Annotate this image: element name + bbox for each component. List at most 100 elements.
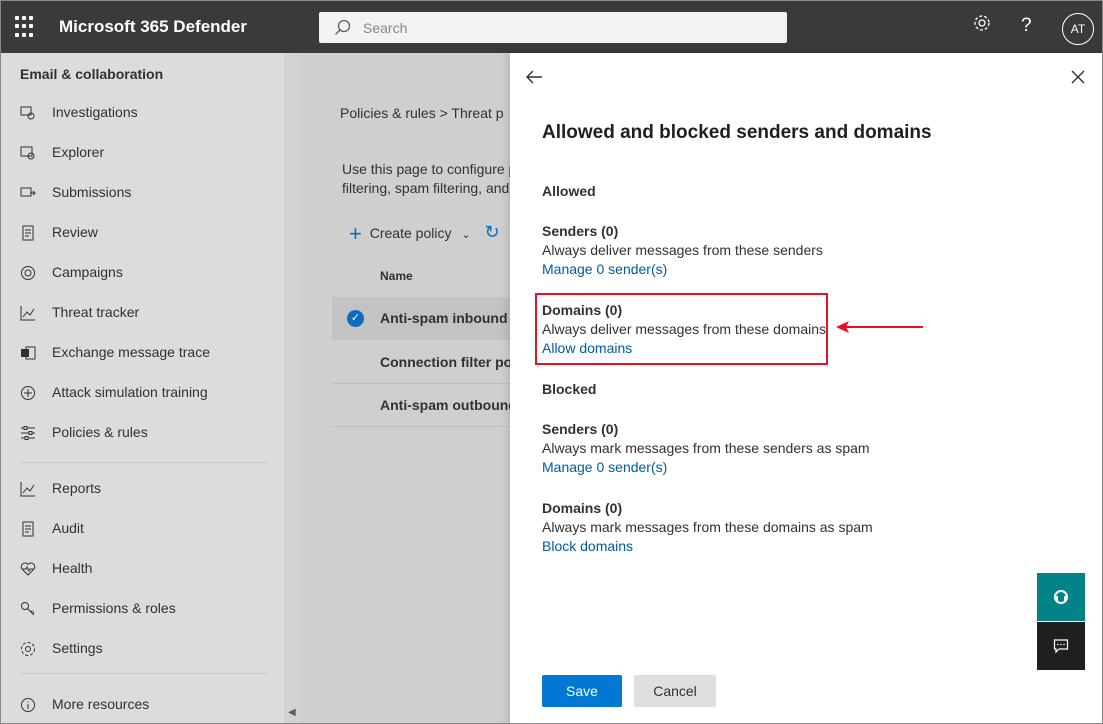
section-description: Always mark messages from these domains …	[542, 519, 873, 535]
sidebar-item-exchange-message-trace[interactable]: Exchange message trace	[1, 333, 284, 373]
sidebar: Email & collaboration Investigations Exp…	[1, 53, 284, 723]
avatar[interactable]: AT	[1062, 13, 1094, 45]
sidebar-item-permissions-roles[interactable]: Permissions & roles	[1, 589, 284, 629]
sidebar-item-label: Settings	[52, 640, 103, 656]
sidebar-item-label: Reports	[52, 480, 102, 496]
health-icon	[20, 562, 36, 576]
sidebar-item-label: Review	[52, 224, 98, 240]
manage-blocked-senders-link[interactable]: Manage 0 sender(s)	[542, 459, 870, 478]
sidebar-item-label: More resources	[52, 696, 150, 712]
search-icon	[335, 19, 351, 35]
create-policy-button[interactable]: Create policy	[370, 225, 452, 241]
cancel-button[interactable]: Cancel	[634, 675, 716, 707]
feedback-button[interactable]	[1037, 622, 1085, 670]
sidebar-item-label: Attack simulation training	[52, 384, 208, 400]
sidebar-item-label: Exchange message trace	[52, 344, 210, 360]
chat-icon	[1053, 639, 1069, 654]
sidebar-item-label: Investigations	[52, 104, 138, 120]
annotation-arrow	[836, 321, 923, 333]
sidebar-item-review[interactable]: Review	[1, 213, 284, 253]
help-support-button[interactable]	[1037, 573, 1085, 621]
blocked-senders-section: Senders (0) Always mark messages from th…	[542, 421, 870, 478]
sidebar-item-label: Policies & rules	[52, 424, 148, 440]
help-icon[interactable]: ?	[1021, 15, 1032, 37]
column-header-name[interactable]: Name	[380, 269, 413, 283]
exchange-icon	[21, 346, 36, 360]
sidebar-section-title: Email & collaboration	[20, 66, 164, 82]
table-row[interactable]: Connection filter pol	[332, 341, 510, 384]
sidebar-item-audit[interactable]: Audit	[1, 509, 284, 549]
policy-name[interactable]: Anti-spam outbound	[380, 397, 510, 413]
section-title: Senders (0)	[542, 421, 619, 437]
save-button[interactable]: Save	[542, 675, 622, 707]
back-arrow-icon[interactable]	[524, 67, 544, 87]
plus-icon: +	[349, 221, 362, 246]
policies-icon	[21, 426, 35, 440]
sidebar-item-investigations[interactable]: Investigations	[1, 93, 284, 133]
permissions-icon	[21, 602, 35, 616]
refresh-icon[interactable]: ↻	[484, 222, 499, 242]
description-line: Use this page to configure p	[342, 161, 510, 177]
breadcrumb[interactable]: Policies & rules > Threat p	[340, 105, 504, 121]
investigations-icon	[20, 106, 35, 120]
search-input[interactable]	[363, 12, 773, 43]
reports-icon	[20, 482, 35, 497]
section-title: Senders (0)	[542, 223, 619, 239]
description-line: filtering, spam filtering, and	[342, 180, 510, 196]
threat-tracker-icon	[20, 306, 35, 321]
highlight-box	[535, 293, 828, 365]
policy-name[interactable]: Anti-spam inbound p	[380, 310, 510, 326]
allowed-heading: Allowed	[542, 183, 596, 199]
policy-name[interactable]: Connection filter pol	[380, 354, 510, 370]
sidebar-item-submissions[interactable]: Submissions	[1, 173, 284, 213]
audit-icon	[22, 521, 34, 537]
section-description: Always deliver messages from these sende…	[542, 242, 823, 258]
sidebar-item-label: Permissions & roles	[52, 600, 176, 616]
page-description: Use this page to configure p filtering, …	[342, 160, 510, 198]
campaigns-icon	[21, 266, 35, 280]
allowed-senders-section: Senders (0) Always deliver messages from…	[542, 223, 823, 280]
sidebar-item-policies-rules[interactable]: Policies & rules	[1, 413, 284, 453]
flyout-panel: Allowed and blocked senders and domains …	[510, 53, 1102, 723]
sidebar-item-more-resources[interactable]: More resources	[1, 685, 284, 723]
explorer-icon	[20, 146, 35, 160]
section-description: Always mark messages from these senders …	[542, 440, 870, 456]
app-title[interactable]: Microsoft 365 Defender	[59, 17, 247, 37]
sidebar-item-reports[interactable]: Reports	[1, 469, 284, 509]
app-window: Microsoft 365 Defender ? AT Email & coll…	[0, 0, 1103, 724]
info-icon	[21, 698, 35, 712]
sidebar-item-explorer[interactable]: Explorer	[1, 133, 284, 173]
submissions-icon	[20, 187, 36, 197]
sidebar-item-label: Audit	[52, 520, 84, 536]
sidebar-divider	[20, 673, 268, 674]
app-launcher-icon[interactable]	[15, 16, 37, 38]
review-icon	[22, 225, 34, 241]
sidebar-item-campaigns[interactable]: Campaigns	[1, 253, 284, 293]
toolbar: + Create policy ⌄ ↻	[349, 221, 500, 247]
sidebar-item-label: Campaigns	[52, 264, 123, 280]
sidebar-item-threat-tracker[interactable]: Threat tracker	[1, 293, 284, 333]
sidebar-item-settings[interactable]: Settings	[1, 629, 284, 669]
sidebar-item-label: Submissions	[52, 184, 132, 200]
chevron-down-icon[interactable]: ⌄	[461, 229, 470, 241]
sidebar-item-attack-simulation-training[interactable]: Attack simulation training	[1, 373, 284, 413]
settings-gear-icon[interactable]	[973, 14, 991, 32]
sidebar-scrollbar[interactable]	[284, 53, 301, 723]
manage-allowed-senders-link[interactable]: Manage 0 sender(s)	[542, 261, 823, 280]
sidebar-item-label: Explorer	[52, 144, 105, 160]
checkmark-icon[interactable]: ✓	[347, 310, 364, 327]
sidebar-item-label: Health	[52, 560, 93, 576]
headset-icon	[1054, 590, 1068, 604]
table-row[interactable]: ✓ Anti-spam inbound p	[332, 297, 510, 340]
close-icon[interactable]	[1070, 69, 1086, 85]
search-box[interactable]	[319, 12, 787, 43]
top-bar: Microsoft 365 Defender ? AT	[1, 1, 1102, 53]
sidebar-item-health[interactable]: Health	[1, 549, 284, 589]
scroll-left-arrow-icon[interactable]: ◀	[288, 707, 296, 718]
table-row[interactable]: Anti-spam outbound	[332, 384, 510, 427]
section-title: Domains (0)	[542, 500, 623, 516]
attack-simulation-icon	[21, 386, 35, 400]
block-domains-link[interactable]: Block domains	[542, 538, 873, 557]
main-content: Policies & rules > Threat p Use this pag…	[301, 53, 510, 723]
sidebar-divider	[20, 462, 268, 463]
